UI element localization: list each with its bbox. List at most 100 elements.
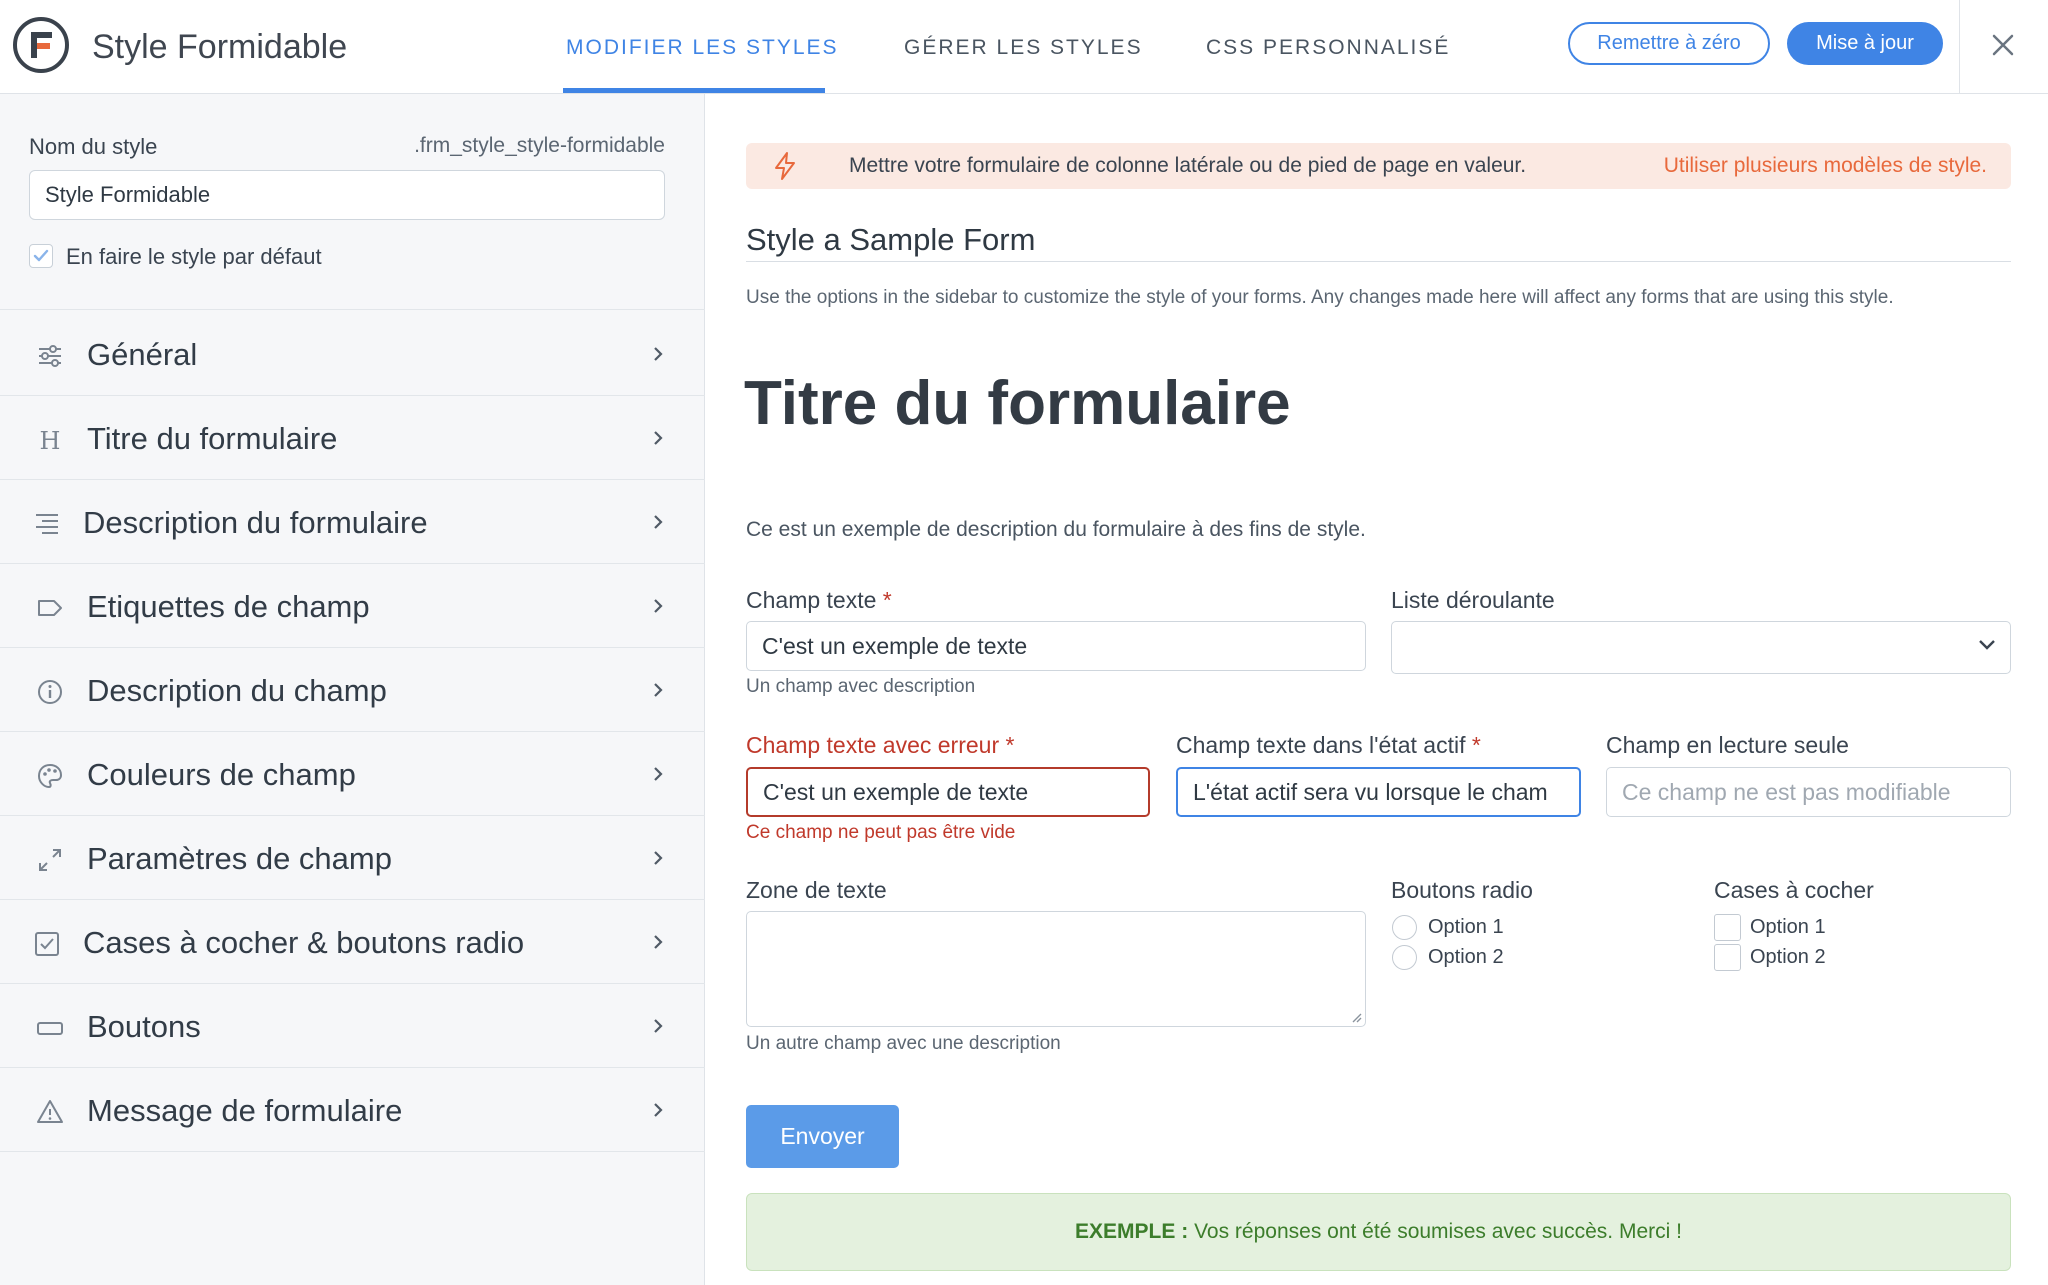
default-style-label: En faire le style par défaut	[66, 244, 322, 269]
update-button[interactable]: Mise à jour	[1787, 22, 1943, 65]
notice-link[interactable]: Utiliser plusieurs modèles de style.	[1664, 154, 1987, 178]
palette-icon	[37, 763, 63, 789]
warning-icon	[37, 1100, 63, 1123]
chevron-right-icon	[654, 767, 663, 781]
section-form-message[interactable]: Message de formulaire	[0, 1068, 705, 1152]
textarea-label: Zone de texte	[746, 877, 887, 903]
readonly-field-label: Champ en lecture seule	[1606, 732, 1849, 758]
chevron-down-icon	[1979, 640, 1995, 650]
dropdown-label: Liste déroulante	[1391, 587, 1555, 613]
info-icon	[38, 680, 62, 704]
close-icon[interactable]	[1986, 28, 2020, 62]
default-style-checkbox[interactable]	[29, 244, 53, 268]
sample-form-heading: Style a Sample Form	[746, 222, 1036, 257]
section-checkboxes-radios[interactable]: Cases à cocher & boutons radio	[0, 900, 705, 984]
check-icon	[33, 249, 49, 262]
tag-icon	[38, 600, 62, 616]
tab-css-personnalise[interactable]: CSS PERSONNALISÉ	[1206, 36, 1450, 60]
form-description: Ce est un exemple de description du form…	[746, 518, 1366, 541]
section-field-settings[interactable]: Paramètres de champ	[0, 816, 705, 900]
top-bar: Style Formidable MODIFIER LES STYLES GÉR…	[0, 0, 2048, 94]
align-text-icon	[36, 514, 58, 534]
dropdown-select[interactable]	[1391, 621, 2011, 674]
reset-button[interactable]: Remettre à zéro	[1568, 22, 1770, 65]
upsell-notice: Mettre votre formulaire de colonne latér…	[746, 143, 2011, 189]
active-field-input[interactable]: L'état actif sera vu lorsque le cham	[1176, 767, 1581, 817]
formidable-logo-icon	[13, 17, 69, 73]
chevron-right-icon	[654, 683, 663, 697]
chevron-right-icon	[654, 515, 663, 529]
checkbox-option-2-label: Option 2	[1750, 946, 1826, 968]
form-title: Titre du formulaire	[744, 369, 1291, 438]
section-label: Couleurs de champ	[87, 757, 356, 792]
checkbox-option-2[interactable]	[1714, 944, 1741, 971]
section-label: Description du formulaire	[83, 505, 428, 540]
section-field-labels[interactable]: Etiquettes de champ	[0, 564, 705, 648]
lightning-icon	[775, 152, 795, 180]
header-divider	[1959, 0, 1960, 94]
success-prefix: EXEMPLE :	[1075, 1220, 1189, 1243]
section-label: Description du champ	[87, 673, 387, 708]
textarea-input[interactable]	[746, 911, 1366, 1027]
tab-modifier-styles[interactable]: MODIFIER LES STYLES	[566, 36, 839, 60]
style-name-block: Nom du style .frm_style_style-formidable…	[0, 94, 705, 310]
divider	[746, 261, 2011, 262]
error-field-input[interactable]: C'est un exemple de texte	[746, 767, 1150, 817]
radio-group-label: Boutons radio	[1391, 877, 1533, 903]
section-general[interactable]: Général	[0, 312, 705, 396]
sample-form-description: Use the options in the sidebar to custom…	[746, 287, 1894, 308]
required-mark: *	[1471, 732, 1481, 758]
checkbox-group-label: Cases à cocher	[1714, 877, 1874, 903]
section-label: Boutons	[87, 1009, 201, 1044]
checkbox-option-1[interactable]	[1714, 914, 1741, 941]
text-field-input[interactable]: C'est un exemple de texte	[746, 621, 1366, 671]
required-mark: *	[1005, 732, 1015, 758]
svg-text:H: H	[40, 427, 61, 454]
expand-arrows-icon	[39, 849, 61, 871]
checkbox-icon	[35, 932, 59, 956]
textarea-help: Un autre champ avec une description	[746, 1033, 1061, 1054]
notice-text: Mettre votre formulaire de colonne latér…	[849, 154, 1527, 177]
style-name-label: Nom du style	[29, 134, 158, 159]
error-field-message: Ce champ ne peut pas être vide	[746, 822, 1016, 843]
section-form-description[interactable]: Description du formulaire	[0, 480, 705, 564]
error-field-label-text: Champ texte avec erreur	[746, 732, 1000, 758]
style-sidebar: Nom du style .frm_style_style-formidable…	[0, 94, 705, 1285]
active-field-label: Champ texte dans l'état actif *	[1176, 732, 1481, 759]
section-field-colors[interactable]: Couleurs de champ	[0, 732, 705, 816]
style-class-name: .frm_style_style-formidable	[414, 134, 665, 157]
submit-button[interactable]: Envoyer	[746, 1105, 899, 1168]
tab-gerer-styles[interactable]: GÉRER LES STYLES	[904, 36, 1143, 60]
checkbox-option-1-label: Option 1	[1750, 916, 1826, 938]
chevron-right-icon	[654, 599, 663, 613]
text-field-label-text: Champ texte	[746, 587, 877, 613]
radio-option-2-label: Option 2	[1428, 946, 1504, 968]
active-field-label-text: Champ texte dans l'état actif	[1176, 732, 1466, 758]
chevron-right-icon	[654, 347, 663, 361]
chevron-right-icon	[654, 851, 663, 865]
radio-option-1-label: Option 1	[1428, 916, 1504, 938]
button-icon	[37, 1022, 63, 1035]
section-label: Cases à cocher & boutons radio	[83, 925, 525, 960]
text-field-label: Champ texte *	[746, 587, 892, 614]
text-field-help: Un champ avec description	[746, 676, 976, 697]
error-field-label: Champ texte avec erreur *	[746, 732, 1014, 759]
active-tab-indicator	[563, 88, 825, 93]
readonly-field-input[interactable]: Ce champ ne est pas modifiable	[1606, 767, 2011, 817]
section-buttons[interactable]: Boutons	[0, 984, 705, 1068]
chevron-right-icon	[654, 1019, 663, 1033]
app-title: Style Formidable	[92, 28, 348, 66]
section-label: Paramètres de champ	[87, 841, 392, 876]
radio-option-1[interactable]	[1392, 915, 1417, 940]
resize-handle-icon[interactable]	[1350, 1011, 1362, 1023]
style-name-input[interactable]: Style Formidable	[29, 170, 665, 220]
section-label: Etiquettes de champ	[87, 589, 370, 624]
chevron-right-icon	[654, 1103, 663, 1117]
heading-icon: H	[40, 427, 61, 454]
section-form-title[interactable]: H Titre du formulaire	[0, 396, 705, 480]
success-text: Vos réponses ont été soumises avec succè…	[1194, 1220, 1682, 1243]
chevron-right-icon	[654, 935, 663, 949]
section-field-description[interactable]: Description du champ	[0, 648, 705, 732]
success-message: EXEMPLE : Vos réponses ont été soumises …	[746, 1193, 2011, 1271]
radio-option-2[interactable]	[1392, 945, 1417, 970]
